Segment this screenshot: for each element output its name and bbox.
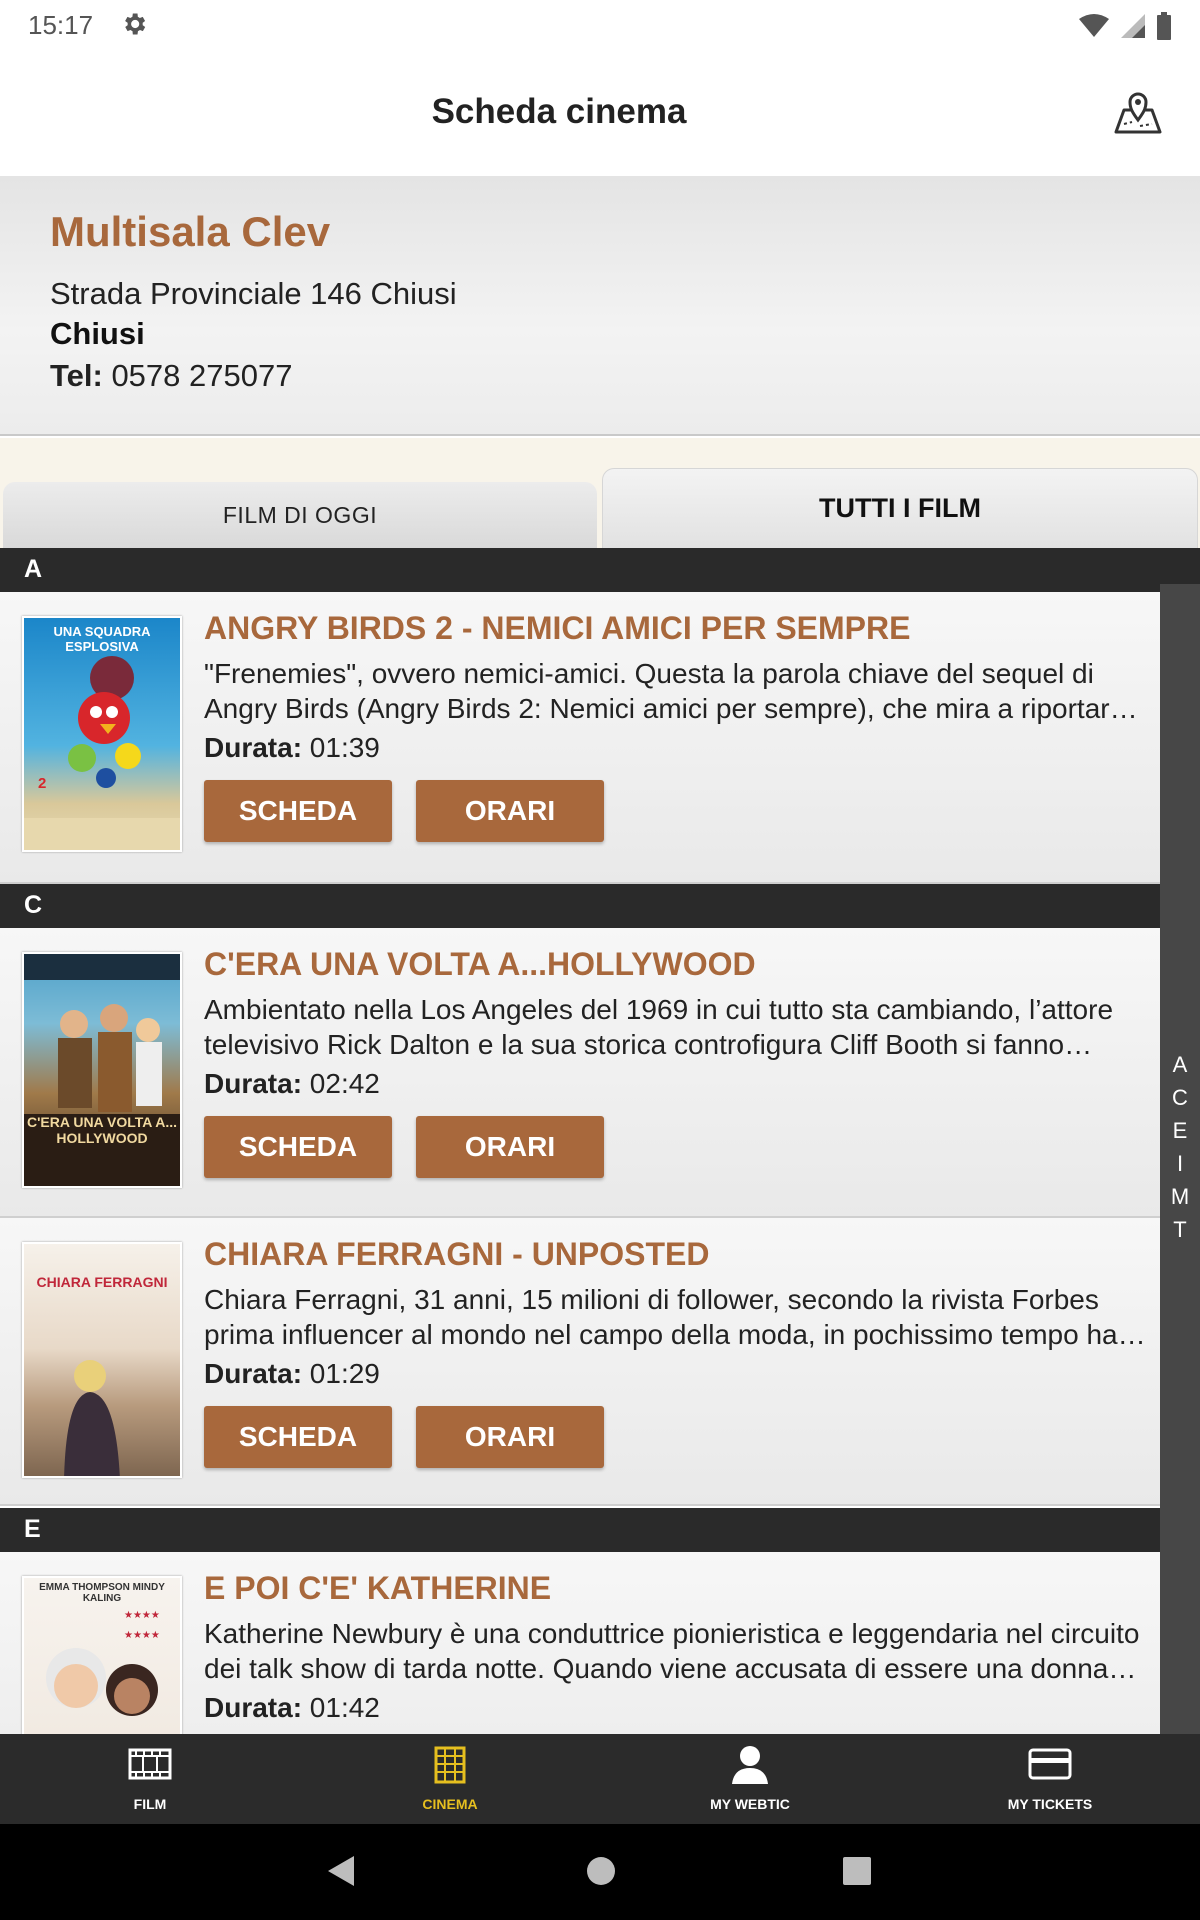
film-duration: Durata: 01:42 <box>204 1692 380 1724</box>
film-description: "Frenemies", ovvero nemici-amici. Questa… <box>204 658 1126 724</box>
index-letter[interactable]: I <box>1160 1147 1200 1180</box>
film-duration: Durata: 02:42 <box>204 1068 380 1100</box>
film-row[interactable]: C'ERA UNA VOLTA A... HOLLYWOOD C'ERA UNA… <box>0 928 1160 1218</box>
film-duration: Durata: 01:39 <box>204 732 380 764</box>
index-letter[interactable]: M <box>1160 1180 1200 1213</box>
film-row[interactable]: EMMA THOMPSON MINDY KALING ★★★★ ★★★★ E P… <box>0 1552 1160 1734</box>
phone-label: Tel: <box>50 358 103 393</box>
svg-text:★★★★: ★★★★ <box>124 1610 160 1621</box>
system-navigation-bar <box>0 1824 1200 1920</box>
duration-label: Durata: <box>204 1358 303 1389</box>
app-bar: Scheda cinema <box>0 48 1200 176</box>
page-title: Scheda cinema <box>431 92 687 131</box>
tab-label: FILM DI OGGI <box>222 502 378 528</box>
status-icons <box>1078 12 1172 40</box>
orari-button[interactable]: ORARI <box>416 780 604 842</box>
film-row[interactable]: CHIARA FERRAGNI CHIARA FERRAGNI - UNPOST… <box>0 1218 1160 1506</box>
scheda-button[interactable]: SCHEDA <box>204 1116 392 1178</box>
chiara-ferragni-artwork-icon <box>64 1360 120 1476</box>
katherine-artwork-icon: ★★★★ ★★★★ <box>46 1610 160 1716</box>
nav-item-my-tickets[interactable]: MY TICKETS <box>900 1734 1200 1824</box>
index-letter[interactable]: C <box>1160 1081 1200 1114</box>
svg-text:★★★★: ★★★★ <box>124 1630 160 1641</box>
nav-item-film[interactable]: FILM <box>0 1734 300 1824</box>
back-icon[interactable] <box>326 1854 356 1888</box>
section-header: C <box>0 884 1200 928</box>
svg-text:2: 2 <box>38 775 46 792</box>
tab-label: TUTTI I FILM <box>819 493 981 523</box>
section-letter: E <box>24 1515 41 1543</box>
film-title[interactable]: ANGRY BIRDS 2 - NEMICI AMICI PER SEMPRE <box>204 610 910 647</box>
index-letter[interactable]: T <box>1160 1213 1200 1246</box>
phone-number: 0578 275077 <box>111 358 293 393</box>
nav-label: FILM <box>133 1796 167 1812</box>
status-time: 15:17 <box>28 10 94 40</box>
alphabet-index[interactable]: A C E I M T <box>1160 584 1200 1734</box>
index-letter[interactable]: A <box>1160 1048 1200 1081</box>
film-title[interactable]: CHIARA FERRAGNI - UNPOSTED <box>204 1236 709 1273</box>
status-bar: 15:17 <box>0 0 1200 48</box>
tab-tutti-i-film[interactable]: TUTTI I FILM <box>602 468 1198 548</box>
poster-text: C'ERA UNA VOLTA A... HOLLYWOOD <box>26 1114 178 1146</box>
film-description: Chiara Ferragni, 31 anni, 15 milioni di … <box>204 1284 1118 1350</box>
duration-value: 02:42 <box>309 1068 380 1099</box>
hollywood-artwork-icon <box>24 954 180 1186</box>
duration-label: Durata: <box>204 1692 303 1723</box>
map-icon[interactable] <box>1110 84 1166 140</box>
wifi-icon <box>1079 14 1109 37</box>
cinema-info-panel: Multisala Clev Strada Provinciale 146 Ch… <box>0 176 1200 436</box>
orari-button[interactable]: ORARI <box>416 1116 604 1178</box>
orari-button[interactable]: ORARI <box>416 1406 604 1468</box>
cinema-icon <box>434 1746 466 1784</box>
film-poster[interactable]: EMMA THOMPSON MINDY KALING ★★★★ ★★★★ <box>22 1576 182 1734</box>
duration-value: 01:39 <box>309 732 380 763</box>
home-icon[interactable] <box>585 1854 617 1888</box>
user-icon <box>732 1746 768 1784</box>
tabs-bar: FILM DI OGGI TUTTI I FILM <box>0 438 1200 548</box>
nav-label: MY WEBTIC <box>710 1796 790 1812</box>
cinema-city: Chiusi <box>50 316 145 351</box>
section-letter: A <box>24 555 43 583</box>
film-title[interactable]: C'ERA UNA VOLTA A...HOLLYWOOD <box>204 946 756 983</box>
tab-film-di-oggi[interactable]: FILM DI OGGI <box>3 482 597 548</box>
nav-label: CINEMA <box>422 1796 478 1812</box>
signal-icon <box>1121 14 1145 38</box>
nav-label: MY TICKETS <box>1007 1796 1093 1812</box>
cinema-address: Strada Provinciale 146 Chiusi <box>50 276 457 311</box>
section-header: E <box>0 1508 1200 1552</box>
section-letter: C <box>24 891 43 919</box>
section-header: A <box>0 548 1200 592</box>
battery-icon <box>1157 12 1171 40</box>
cinema-phone[interactable]: Tel: 0578 275077 <box>50 358 292 394</box>
duration-label: Durata: <box>204 1068 303 1099</box>
film-icon <box>128 1748 172 1780</box>
scheda-button[interactable]: SCHEDA <box>204 1406 392 1468</box>
film-duration: Durata: 01:29 <box>204 1358 380 1390</box>
duration-label: Durata: <box>204 732 303 763</box>
recents-icon[interactable] <box>841 1854 873 1888</box>
cinema-name: Multisala Clev <box>50 208 331 255</box>
bottom-navigation: FILM CINEMA MY WEBTIC MY TICKETS <box>0 1734 1200 1824</box>
film-row[interactable]: UNA SQUADRA ESPLOSIVA 2 ANGRY BIRDS 2 - … <box>0 592 1160 884</box>
film-poster[interactable]: C'ERA UNA VOLTA A... HOLLYWOOD <box>22 952 182 1188</box>
film-poster[interactable]: UNA SQUADRA ESPLOSIVA 2 <box>22 616 182 852</box>
film-list[interactable]: A UNA SQUADRA ESPLOSIVA 2 ANGRY BIRDS 2 … <box>0 548 1200 1734</box>
angry-birds-artwork-icon: 2 <box>24 656 180 850</box>
film-description: Katherine Newbury è una conduttrice pion… <box>204 1618 1140 1684</box>
scheda-button[interactable]: SCHEDA <box>204 780 392 842</box>
film-description: Ambientato nella Los Angeles del 1969 in… <box>204 994 1114 1060</box>
settings-gear-icon <box>125 13 146 35</box>
nav-item-my-webtic[interactable]: MY WEBTIC <box>600 1734 900 1824</box>
film-poster[interactable]: CHIARA FERRAGNI <box>22 1242 182 1478</box>
card-icon <box>1028 1748 1072 1780</box>
film-title[interactable]: E POI C'E' KATHERINE <box>204 1570 551 1607</box>
nav-item-cinema[interactable]: CINEMA <box>300 1734 600 1824</box>
duration-value: 01:42 <box>309 1692 380 1723</box>
alphabet-letters: A C E I M T <box>1160 1048 1200 1246</box>
index-letter[interactable]: E <box>1160 1114 1200 1147</box>
duration-value: 01:29 <box>309 1358 380 1389</box>
